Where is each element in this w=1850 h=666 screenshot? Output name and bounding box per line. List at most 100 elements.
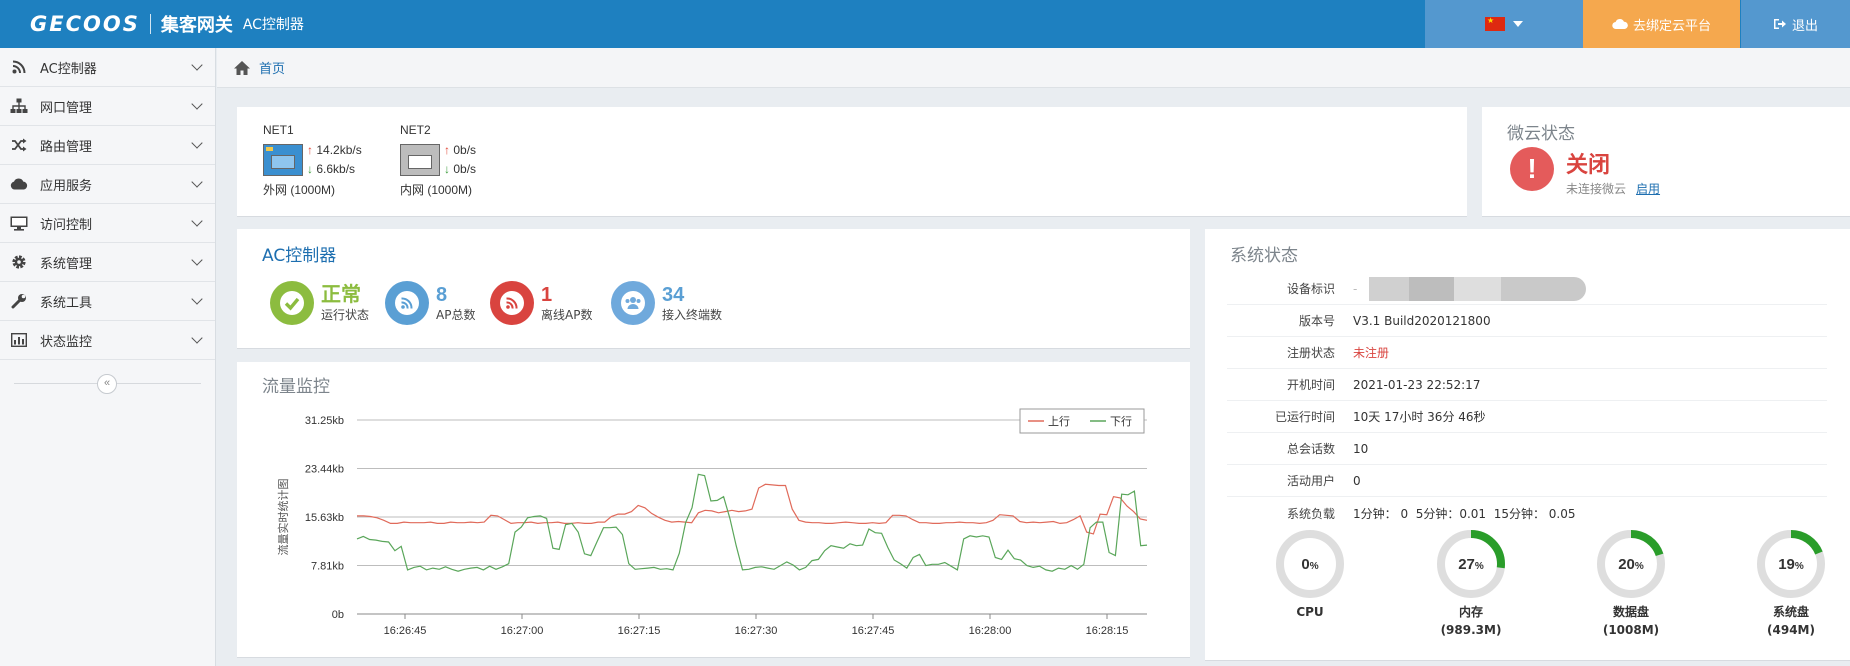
sidebar-item-access-control[interactable]: 访问控制 [0, 204, 215, 243]
y-tick-label: 7.81kb [311, 561, 344, 573]
cloud-desc-text: 未连接微云 [1566, 182, 1627, 196]
legend-label: 上行 [1048, 415, 1070, 428]
sidebar-collapse-button[interactable]: « [97, 374, 117, 394]
kv-key: 设备标识 [1286, 282, 1335, 296]
stat-clients[interactable]: 34 接入终端数 [611, 281, 722, 325]
stat-label: 接入终端数 [662, 307, 723, 322]
arrow-down-icon: ↓ [444, 162, 450, 176]
stat-value: 34 [662, 283, 685, 306]
chevron-down-icon [191, 293, 203, 305]
gauge-value: 27% [1458, 556, 1484, 573]
sidebar-item-label: 系统工具 [40, 295, 93, 311]
sidebar-item-status-monitor[interactable]: 状态监控 [0, 321, 215, 360]
y-tick-label: 31.25kb [305, 415, 344, 427]
kv-value: - [1353, 281, 1358, 296]
kv-value: 10天 17小时 36分 46秒 [1353, 410, 1486, 424]
cloud-icon [1612, 19, 1628, 30]
gauge-unit: % [1635, 561, 1644, 572]
gauge-ring: 0% [1276, 530, 1344, 598]
gauge-unit: % [1310, 561, 1319, 572]
sidebar-item-label: 系统管理 [40, 256, 93, 272]
enable-cloud-link[interactable]: 启用 [1636, 182, 1660, 196]
port-label: 外网 (1000M) [263, 183, 336, 197]
stat-label: 运行状态 [321, 307, 370, 322]
device-id-redacted: - [1353, 276, 1586, 301]
gauge-unit: % [1475, 561, 1484, 572]
y-tick-label: 0b [332, 609, 344, 621]
brand-name: 集客网关 [160, 15, 233, 36]
monitor-icon [10, 214, 28, 232]
arrow-down-icon: ↓ [307, 162, 313, 176]
stat-running-status: 正常 运行状态 [270, 281, 369, 325]
kv-key: 版本号 [1298, 314, 1335, 328]
stat-label: 离线AP数 [541, 307, 593, 322]
top-bar: GECOOS 集客网关 AC控制器 去绑定云平台 退出 [0, 0, 1850, 48]
upload-rate: 14.2kb/s [316, 143, 362, 157]
sidebar-item-label: 状态监控 [40, 334, 93, 350]
net1-port[interactable]: NET1 ↑ 14.2kb/s ↓ 6.6kb/s 外网 (1000M) [263, 123, 362, 198]
stat-value: 1 [541, 283, 553, 306]
net2-port[interactable]: NET2 ↑ 0b/s ↓ 0b/s 内网 (1000M) [400, 123, 476, 198]
stat-ap-total[interactable]: 8 AP总数 [385, 281, 475, 325]
sidebar-item-route-management[interactable]: 路由管理 [0, 126, 215, 165]
y-tick-label: 23.44kb [305, 464, 344, 476]
cloud-status-panel: 微云状态 ! 关闭 未连接微云 启用 [1482, 107, 1850, 217]
sidebar-item-label: 网口管理 [40, 100, 93, 116]
sidebar-item-label: 访问控制 [40, 217, 93, 233]
port-label: 内网 (1000M) [400, 183, 473, 197]
gauge-unit: % [1795, 561, 1804, 572]
sidebar-item-label: AC控制器 [40, 61, 97, 77]
bind-cloud-label: 去绑定云平台 [1632, 17, 1711, 33]
logout-button[interactable]: 退出 [1741, 0, 1850, 48]
chevron-down-icon [191, 137, 203, 149]
logout-label: 退出 [1791, 17, 1818, 33]
cloud-state: 关闭 [1566, 153, 1611, 178]
gauge-label: 数据盘 (1008M) [1602, 605, 1660, 637]
gauge-system-disk: 19% 系统盘 (494M) [1746, 529, 1836, 639]
ethernet-port-icon [400, 144, 440, 176]
port-name: NET1 [263, 123, 294, 137]
kv-key: 注册状态 [1286, 346, 1335, 360]
version-row: 版本号 V3.1 Build2020121800 [1227, 305, 1827, 337]
breadcrumb: 首页 [217, 48, 1850, 88]
users-icon [611, 281, 655, 325]
sessions-row: 总会话数 10 [1227, 433, 1827, 465]
chevron-down-icon [191, 215, 203, 227]
x-tick-label: 16:27:45 [852, 625, 895, 637]
brand-subtitle: AC控制器 [242, 17, 304, 33]
chart-legend: 上行 下行 [1019, 408, 1145, 434]
sidebar-item-ac-controller[interactable]: AC控制器 [0, 48, 215, 87]
stat-value: 8 [436, 283, 448, 306]
series-line-上行 [357, 483, 1148, 535]
gauge-label: 内存 (989.3M) [1440, 605, 1502, 637]
arrow-up-icon: ↑ [307, 143, 313, 157]
wrench-icon [10, 292, 28, 310]
x-tick-label: 16:28:00 [969, 625, 1012, 637]
sidebar-item-app-services[interactable]: 应用服务 [0, 165, 215, 204]
port-name: NET2 [400, 123, 431, 137]
breadcrumb-home-link[interactable]: 首页 [259, 58, 285, 77]
traffic-monitor-panel: 流量监控 流量实时统计图 0b 7.81kb 15.63kb 23.44kb 31.25k… [237, 362, 1190, 658]
kv-value: 2021-01-23 22:52:17 [1353, 377, 1481, 392]
stat-offline-ap[interactable]: 1 离线AP数 [490, 281, 592, 325]
upload-rate: 0b/s [453, 143, 477, 157]
kv-value: V3.1 Build2020121800 [1353, 313, 1491, 328]
sidebar-item-label: 路由管理 [40, 139, 93, 155]
sidebar-item-system-tools[interactable]: 系统工具 [0, 282, 215, 321]
stat-label: AP总数 [436, 307, 476, 322]
rss-icon [385, 281, 429, 325]
gecoos-logo: GECOOS [30, 12, 140, 36]
chevron-down-icon [191, 332, 203, 344]
system-status-panel: 系统状态 设备标识 - 版本号 V3.1 Build2020121800 注册状… [1205, 229, 1850, 661]
chevron-down-icon [191, 98, 203, 110]
sidebar-item-system-management[interactable]: 系统管理 [0, 243, 215, 282]
home-icon [234, 60, 250, 75]
sidebar-item-port-management[interactable]: 网口管理 [0, 87, 215, 126]
ac-panel-title: AC控制器 [262, 246, 337, 266]
system-status-title: 系统状态 [1230, 246, 1298, 266]
language-selector[interactable] [1425, 0, 1583, 48]
cloud-status-title: 微云状态 [1507, 124, 1575, 144]
check-icon [270, 281, 314, 325]
brand[interactable]: GECOOS 集客网关 AC控制器 [30, 10, 304, 38]
bind-cloud-button[interactable]: 去绑定云平台 [1583, 0, 1740, 48]
